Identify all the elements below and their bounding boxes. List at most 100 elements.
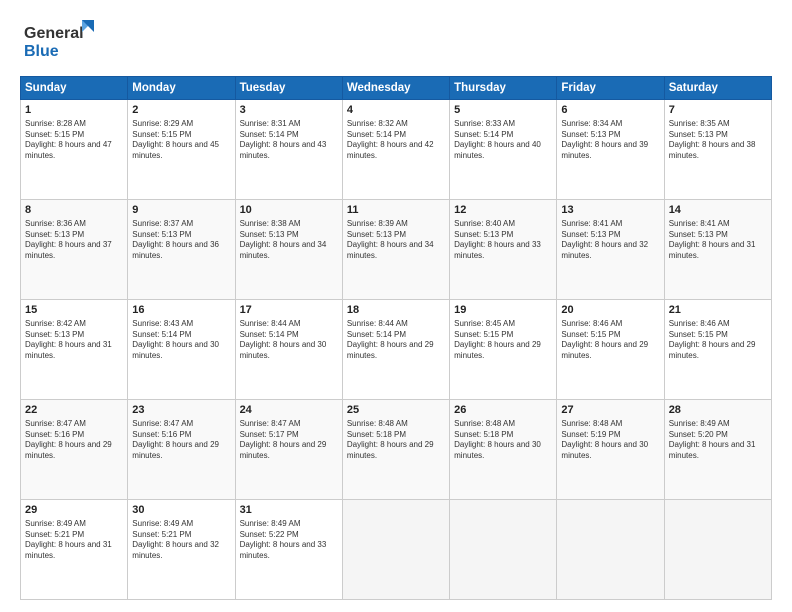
day-info: Sunrise: 8:37 AMSunset: 5:13 PMDaylight:… (132, 219, 230, 262)
day-info: Sunrise: 8:38 AMSunset: 5:13 PMDaylight:… (240, 219, 338, 262)
week-row-5: 29Sunrise: 8:49 AMSunset: 5:21 PMDayligh… (21, 500, 772, 600)
day-number: 1 (25, 103, 123, 118)
day-cell-22: 22Sunrise: 8:47 AMSunset: 5:16 PMDayligh… (21, 400, 128, 500)
day-cell-28: 28Sunrise: 8:49 AMSunset: 5:20 PMDayligh… (664, 400, 771, 500)
day-cell-29: 29Sunrise: 8:49 AMSunset: 5:21 PMDayligh… (21, 500, 128, 600)
day-info: Sunrise: 8:49 AMSunset: 5:20 PMDaylight:… (669, 419, 767, 462)
day-cell-18: 18Sunrise: 8:44 AMSunset: 5:14 PMDayligh… (342, 300, 449, 400)
day-cell-12: 12Sunrise: 8:40 AMSunset: 5:13 PMDayligh… (450, 200, 557, 300)
empty-cell (557, 500, 664, 600)
day-number: 4 (347, 103, 445, 118)
day-number: 29 (25, 503, 123, 518)
day-number: 7 (669, 103, 767, 118)
day-cell-5: 5Sunrise: 8:33 AMSunset: 5:14 PMDaylight… (450, 100, 557, 200)
day-number: 11 (347, 203, 445, 218)
day-number: 12 (454, 203, 552, 218)
col-header-wednesday: Wednesday (342, 77, 449, 100)
day-cell-1: 1Sunrise: 8:28 AMSunset: 5:15 PMDaylight… (21, 100, 128, 200)
day-info: Sunrise: 8:45 AMSunset: 5:15 PMDaylight:… (454, 319, 552, 362)
day-number: 20 (561, 303, 659, 318)
day-cell-15: 15Sunrise: 8:42 AMSunset: 5:13 PMDayligh… (21, 300, 128, 400)
logo-svg: GeneralBlue (20, 16, 100, 66)
day-info: Sunrise: 8:41 AMSunset: 5:13 PMDaylight:… (561, 219, 659, 262)
day-number: 13 (561, 203, 659, 218)
day-number: 16 (132, 303, 230, 318)
day-info: Sunrise: 8:29 AMSunset: 5:15 PMDaylight:… (132, 119, 230, 162)
day-number: 2 (132, 103, 230, 118)
day-cell-19: 19Sunrise: 8:45 AMSunset: 5:15 PMDayligh… (450, 300, 557, 400)
day-number: 17 (240, 303, 338, 318)
day-info: Sunrise: 8:48 AMSunset: 5:19 PMDaylight:… (561, 419, 659, 462)
day-cell-23: 23Sunrise: 8:47 AMSunset: 5:16 PMDayligh… (128, 400, 235, 500)
page: GeneralBlue SundayMondayTuesdayWednesday… (0, 0, 792, 612)
empty-cell (664, 500, 771, 600)
week-row-3: 15Sunrise: 8:42 AMSunset: 5:13 PMDayligh… (21, 300, 772, 400)
day-number: 31 (240, 503, 338, 518)
day-cell-13: 13Sunrise: 8:41 AMSunset: 5:13 PMDayligh… (557, 200, 664, 300)
day-info: Sunrise: 8:44 AMSunset: 5:14 PMDaylight:… (347, 319, 445, 362)
col-header-monday: Monday (128, 77, 235, 100)
day-cell-31: 31Sunrise: 8:49 AMSunset: 5:22 PMDayligh… (235, 500, 342, 600)
day-info: Sunrise: 8:28 AMSunset: 5:15 PMDaylight:… (25, 119, 123, 162)
day-number: 18 (347, 303, 445, 318)
day-number: 23 (132, 403, 230, 418)
day-cell-16: 16Sunrise: 8:43 AMSunset: 5:14 PMDayligh… (128, 300, 235, 400)
day-info: Sunrise: 8:33 AMSunset: 5:14 PMDaylight:… (454, 119, 552, 162)
day-info: Sunrise: 8:32 AMSunset: 5:14 PMDaylight:… (347, 119, 445, 162)
day-number: 15 (25, 303, 123, 318)
day-cell-30: 30Sunrise: 8:49 AMSunset: 5:21 PMDayligh… (128, 500, 235, 600)
calendar-table: SundayMondayTuesdayWednesdayThursdayFrid… (20, 76, 772, 600)
col-header-friday: Friday (557, 77, 664, 100)
week-row-4: 22Sunrise: 8:47 AMSunset: 5:16 PMDayligh… (21, 400, 772, 500)
day-info: Sunrise: 8:46 AMSunset: 5:15 PMDaylight:… (669, 319, 767, 362)
day-info: Sunrise: 8:48 AMSunset: 5:18 PMDaylight:… (454, 419, 552, 462)
day-number: 19 (454, 303, 552, 318)
day-cell-2: 2Sunrise: 8:29 AMSunset: 5:15 PMDaylight… (128, 100, 235, 200)
day-info: Sunrise: 8:36 AMSunset: 5:13 PMDaylight:… (25, 219, 123, 262)
week-row-1: 1Sunrise: 8:28 AMSunset: 5:15 PMDaylight… (21, 100, 772, 200)
empty-cell (450, 500, 557, 600)
empty-cell (342, 500, 449, 600)
day-cell-3: 3Sunrise: 8:31 AMSunset: 5:14 PMDaylight… (235, 100, 342, 200)
day-number: 5 (454, 103, 552, 118)
day-cell-26: 26Sunrise: 8:48 AMSunset: 5:18 PMDayligh… (450, 400, 557, 500)
day-cell-17: 17Sunrise: 8:44 AMSunset: 5:14 PMDayligh… (235, 300, 342, 400)
day-cell-27: 27Sunrise: 8:48 AMSunset: 5:19 PMDayligh… (557, 400, 664, 500)
day-number: 27 (561, 403, 659, 418)
col-header-sunday: Sunday (21, 77, 128, 100)
day-info: Sunrise: 8:39 AMSunset: 5:13 PMDaylight:… (347, 219, 445, 262)
day-info: Sunrise: 8:44 AMSunset: 5:14 PMDaylight:… (240, 319, 338, 362)
col-header-tuesday: Tuesday (235, 77, 342, 100)
day-number: 26 (454, 403, 552, 418)
day-number: 9 (132, 203, 230, 218)
day-info: Sunrise: 8:47 AMSunset: 5:16 PMDaylight:… (132, 419, 230, 462)
day-cell-21: 21Sunrise: 8:46 AMSunset: 5:15 PMDayligh… (664, 300, 771, 400)
calendar-header-row: SundayMondayTuesdayWednesdayThursdayFrid… (21, 77, 772, 100)
svg-text:Blue: Blue (24, 43, 59, 60)
day-info: Sunrise: 8:46 AMSunset: 5:15 PMDaylight:… (561, 319, 659, 362)
day-info: Sunrise: 8:42 AMSunset: 5:13 PMDaylight:… (25, 319, 123, 362)
day-cell-9: 9Sunrise: 8:37 AMSunset: 5:13 PMDaylight… (128, 200, 235, 300)
day-number: 10 (240, 203, 338, 218)
logo: GeneralBlue (20, 16, 100, 66)
col-header-saturday: Saturday (664, 77, 771, 100)
day-number: 30 (132, 503, 230, 518)
day-number: 14 (669, 203, 767, 218)
day-info: Sunrise: 8:48 AMSunset: 5:18 PMDaylight:… (347, 419, 445, 462)
day-cell-20: 20Sunrise: 8:46 AMSunset: 5:15 PMDayligh… (557, 300, 664, 400)
day-info: Sunrise: 8:49 AMSunset: 5:22 PMDaylight:… (240, 519, 338, 562)
day-info: Sunrise: 8:41 AMSunset: 5:13 PMDaylight:… (669, 219, 767, 262)
day-info: Sunrise: 8:47 AMSunset: 5:17 PMDaylight:… (240, 419, 338, 462)
day-number: 28 (669, 403, 767, 418)
header: GeneralBlue (20, 16, 772, 66)
day-number: 25 (347, 403, 445, 418)
day-info: Sunrise: 8:43 AMSunset: 5:14 PMDaylight:… (132, 319, 230, 362)
day-cell-25: 25Sunrise: 8:48 AMSunset: 5:18 PMDayligh… (342, 400, 449, 500)
day-info: Sunrise: 8:34 AMSunset: 5:13 PMDaylight:… (561, 119, 659, 162)
day-cell-10: 10Sunrise: 8:38 AMSunset: 5:13 PMDayligh… (235, 200, 342, 300)
day-info: Sunrise: 8:49 AMSunset: 5:21 PMDaylight:… (25, 519, 123, 562)
day-info: Sunrise: 8:47 AMSunset: 5:16 PMDaylight:… (25, 419, 123, 462)
day-cell-11: 11Sunrise: 8:39 AMSunset: 5:13 PMDayligh… (342, 200, 449, 300)
day-number: 24 (240, 403, 338, 418)
day-cell-6: 6Sunrise: 8:34 AMSunset: 5:13 PMDaylight… (557, 100, 664, 200)
